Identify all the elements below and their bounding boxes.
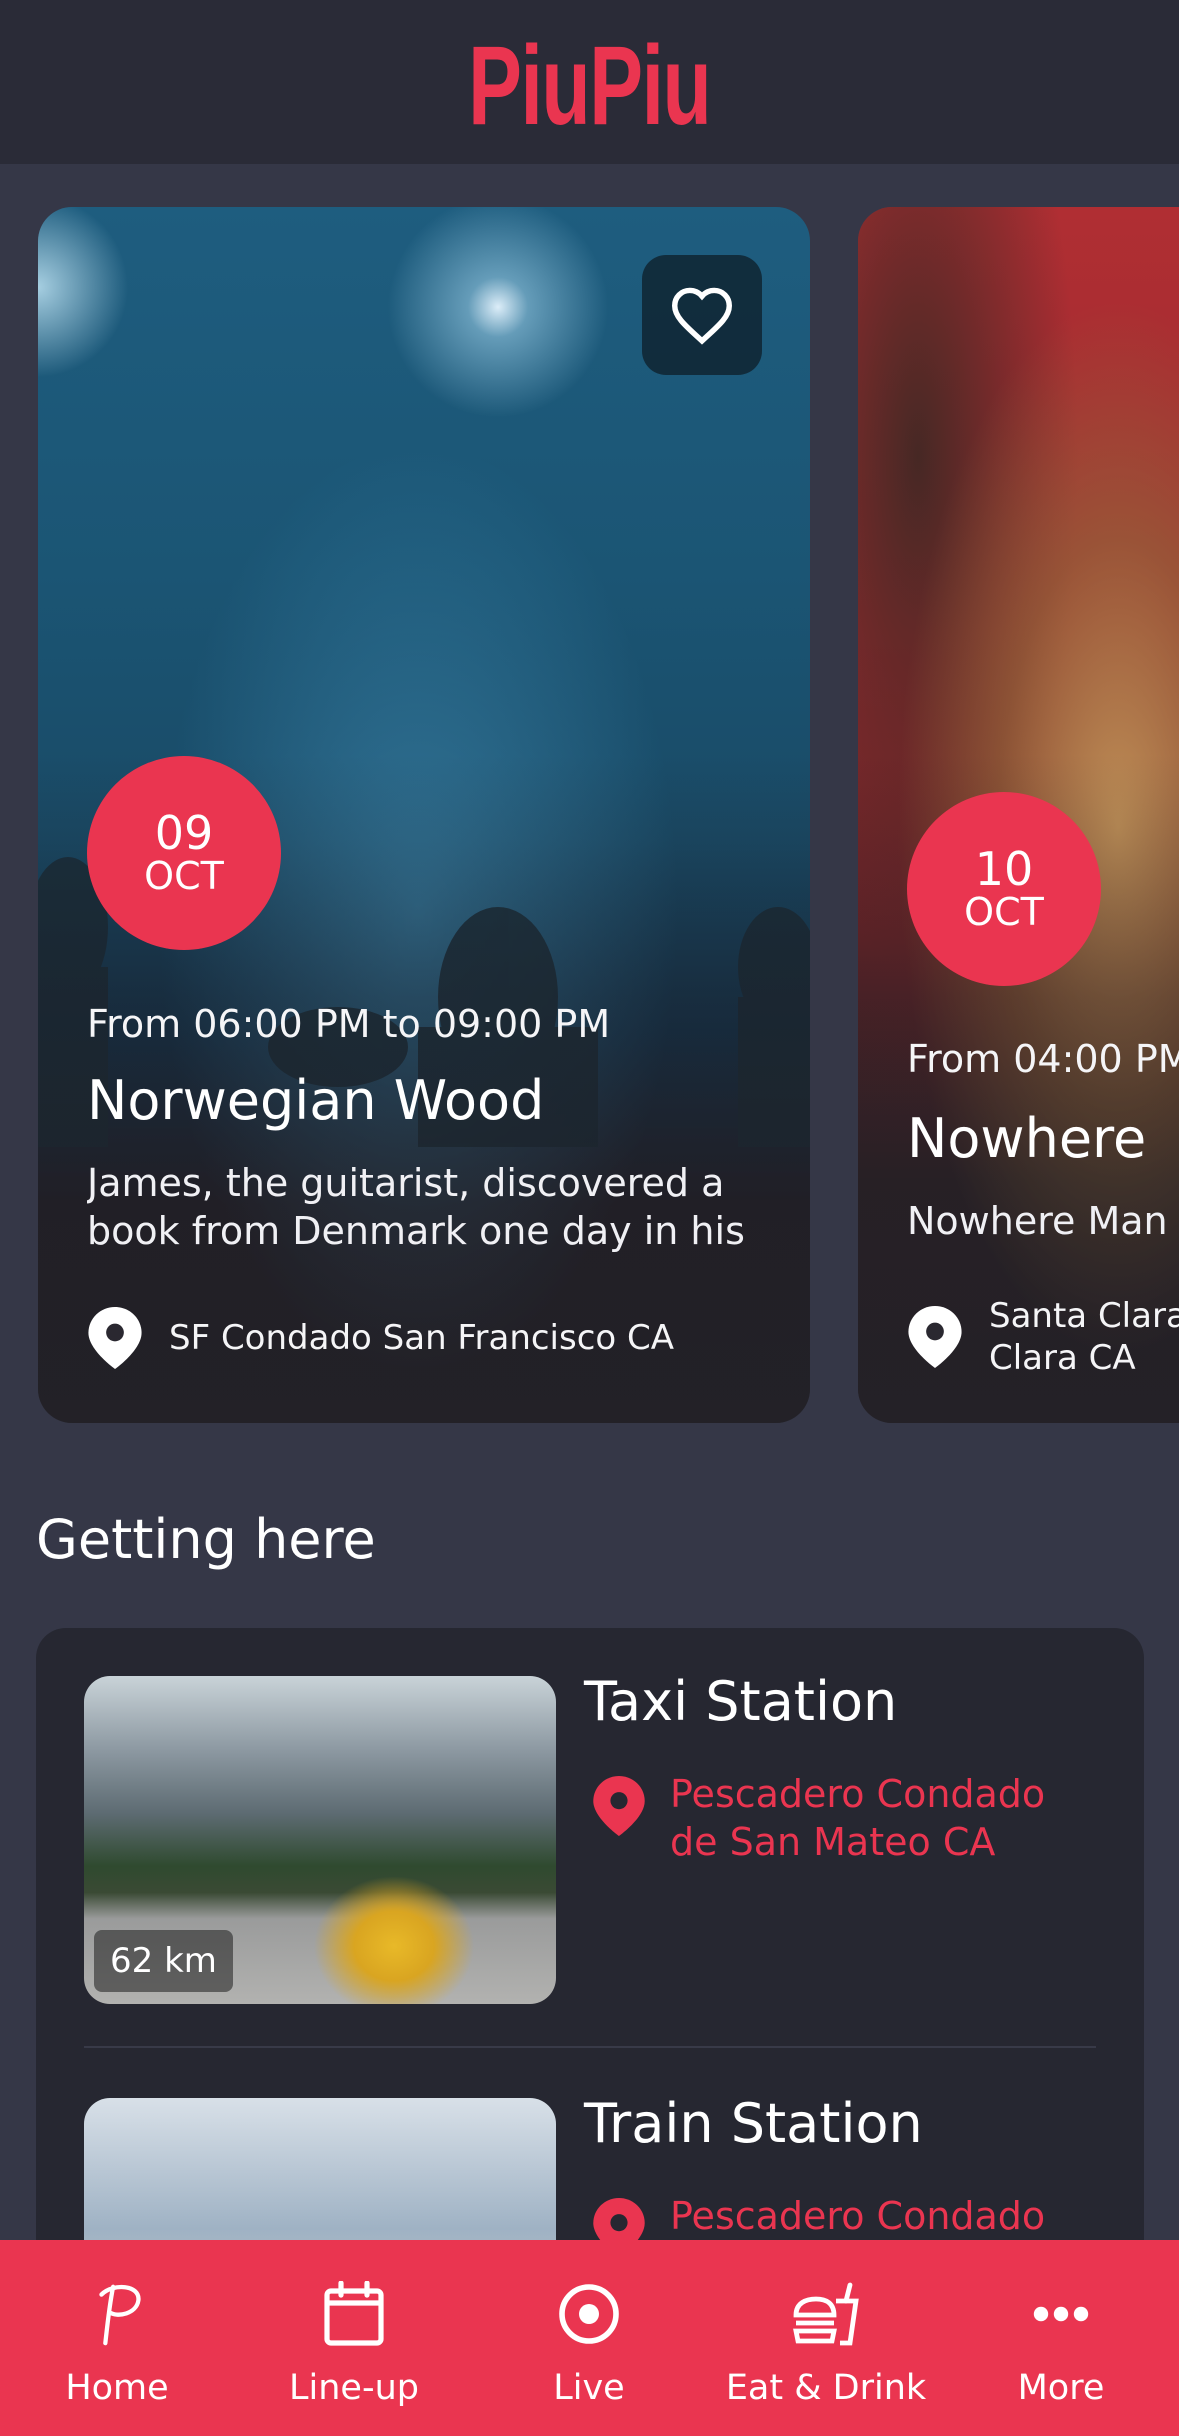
target-icon [549,2274,629,2354]
transport-location-text: Pescadero Condado [670,2194,1046,2238]
favorite-button[interactable] [642,255,762,375]
nav-item-lineup[interactable]: Line-up [244,2240,464,2436]
nav-item-eat-drink[interactable]: Eat & Drink [716,2240,936,2436]
app-header: PiuPiu [0,0,1179,164]
bottom-nav: Home Line-up Live Eat & Drink More [0,2240,1179,2436]
event-title: Norwegian Wood [87,1069,545,1132]
date-month: OCT [144,854,224,899]
transport-title[interactable]: Train Station [584,2092,923,2155]
date-month: OCT [964,890,1044,935]
transport-title[interactable]: Taxi Station [584,1670,897,1733]
date-day: 10 [974,841,1034,896]
event-description: James, the guitarist, discovered a book … [87,1161,745,1253]
event-title: Nowhere [907,1107,1147,1170]
location-pin-icon [593,1776,645,1836]
transport-location-text: Pescadero Condado de San Mateo CA [670,1772,1046,1864]
heart-outline-icon [671,287,733,345]
nav-label: Home [65,2368,169,2408]
nav-item-home[interactable]: Home [7,2240,227,2436]
app-logo: PiuPiu [468,23,712,148]
more-dots-icon [1021,2274,1101,2354]
divider [84,2046,1096,2048]
event-time: From 04:00 PM [907,1037,1179,1081]
event-card[interactable]: 09 OCT From 06:00 PM to 09:00 PM Norwegi… [38,207,810,1423]
nav-label: Eat & Drink [725,2368,927,2408]
nav-item-live[interactable]: Live [479,2240,699,2436]
nav-item-more[interactable]: More [951,2240,1171,2436]
event-location: Santa Clara Clara CA [907,1295,1179,1379]
nav-label: Line-up [289,2368,419,2408]
location-pin-icon [908,1306,962,1368]
nav-label: More [1017,2368,1105,2408]
food-drink-icon [786,2274,866,2354]
event-location-text: SF Condado San Francisco CA [169,1318,675,1358]
event-description: Nowhere Man [907,1199,1168,1243]
transport-location: Pescadero Condado de San Mateo CA [592,1770,1100,1866]
transport-image[interactable]: 62 km [84,1676,556,2004]
piupiu-p-icon [77,2274,157,2354]
event-location: SF Condado San Francisco CA [87,1307,674,1369]
event-time: From 06:00 PM to 09:00 PM [87,1002,611,1046]
section-title-getting-here: Getting here [36,1508,376,1571]
date-badge: 10 OCT [907,792,1101,986]
nav-label: Live [553,2368,625,2408]
date-badge: 09 OCT [87,756,281,950]
event-card[interactable]: 10 OCT From 04:00 PM Nowhere Nowhere Man… [858,207,1179,1423]
location-pin-icon [88,1307,142,1369]
calendar-icon [314,2274,394,2354]
date-day: 09 [154,805,214,860]
event-location-text: Santa Clara Clara CA [989,1296,1179,1378]
distance-badge: 62 km [94,1930,233,1992]
